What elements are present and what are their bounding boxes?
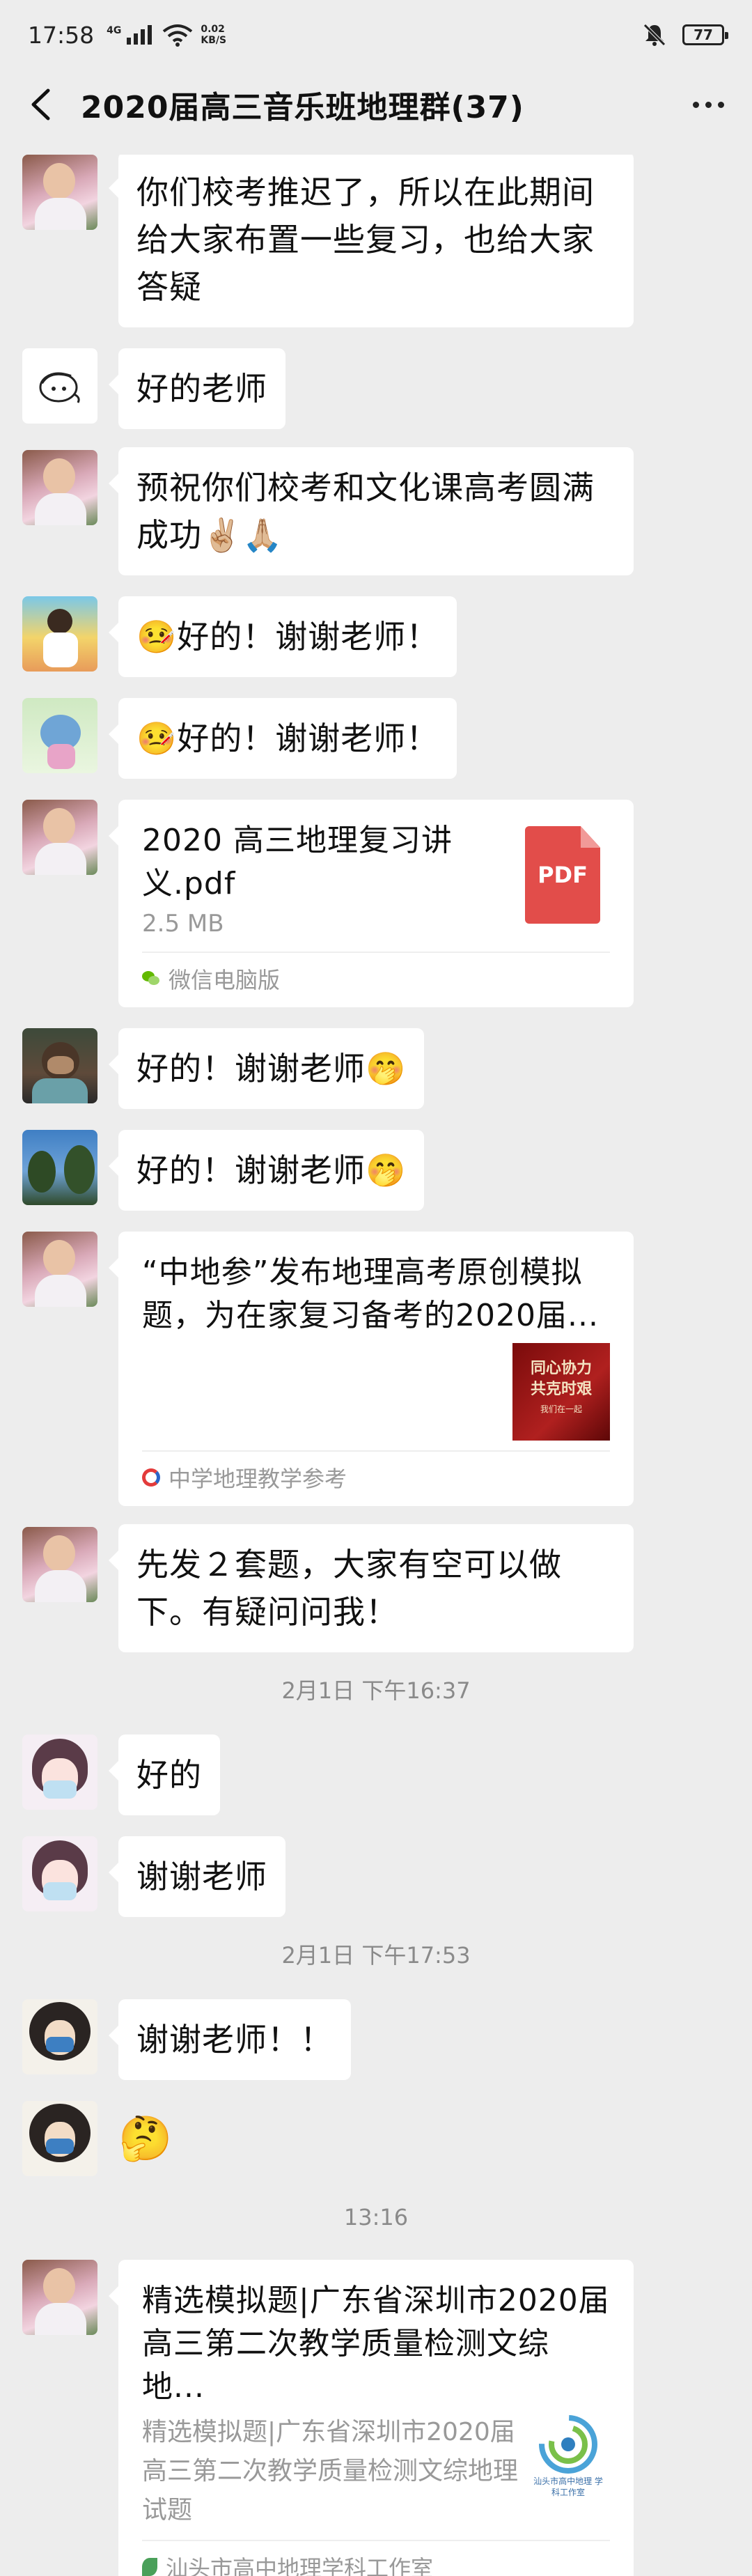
pdf-icon-label: PDF	[538, 862, 588, 888]
speed-unit: KB/S	[201, 35, 227, 46]
avatar-student-curly[interactable]	[22, 2101, 97, 2176]
avatar-student-stitch[interactable]	[22, 698, 97, 773]
dot-icon	[705, 101, 712, 108]
message-bubble[interactable]: 好的老师	[109, 348, 285, 429]
message-row: 好的！谢谢老师🤭	[0, 1028, 752, 1109]
message-bubble[interactable]: 先发２套题，大家有空可以做下。有疑问问我！	[109, 1524, 634, 1652]
sketch-face-icon	[39, 372, 80, 403]
chat-title: 2020届高三音乐班地理群(37)	[81, 90, 524, 125]
chevron-left-icon	[31, 88, 50, 121]
source-label: 微信电脑版	[169, 967, 281, 993]
thumbnail-text: 同心协力 共克时艰	[530, 1360, 592, 1398]
message-bubble[interactable]: 好的！谢谢老师🤭	[108, 1130, 425, 1211]
message-row: 🤔	[0, 2101, 752, 2176]
emoji-message[interactable]: 🤔	[118, 2101, 172, 2176]
article-title: 精选模拟题|广东省深圳市2020届高三第二次教学质量检测文综地...	[142, 2283, 610, 2405]
message-row: 🤒好的！谢谢老师！	[0, 698, 752, 779]
file-message-card[interactable]: 2020 高三地理复习讲义.pdf 2.5 MB PDF 微信电脑版	[109, 800, 634, 1007]
message-bubble[interactable]: 预祝你们校考和文化课高考圆满成功✌🏼🙏🏼	[109, 447, 634, 575]
back-button[interactable]	[19, 84, 61, 125]
article-description: 精选模拟题|广东省深圳市2020届高三第二次教学质量检测文综地理试题	[142, 2418, 519, 2524]
studio-logo-icon	[539, 2415, 597, 2474]
article-thumbnail: 同心协力 共克时艰 我们在一起	[512, 1343, 610, 1441]
pdf-file-icon: PDF	[525, 826, 600, 924]
message-bubble[interactable]: 谢谢老师	[109, 1836, 285, 1917]
thumbnail-text: 汕头市高中地理 学科工作室	[533, 2476, 603, 2497]
source-label: 汕头市高中地理学科工作室	[166, 2555, 434, 2576]
avatar-student-trees[interactable]	[22, 1130, 97, 1205]
card-source: 微信电脑版	[142, 952, 610, 1007]
chat-header: 2020届高三音乐班地理群(37)	[0, 70, 752, 139]
avatar-student-cartoon[interactable]	[22, 596, 97, 672]
timestamp: 13:16	[343, 2204, 409, 2230]
message-row: 先发２套题，大家有空可以做下。有疑问问我！	[0, 1524, 752, 1652]
message-bubble[interactable]: 谢谢老师！！	[109, 1999, 351, 2080]
dot-icon	[718, 101, 724, 108]
message-bubble[interactable]: 你们校考推迟了，所以在此期间给大家布置一些复习，也给大家答疑	[109, 155, 634, 327]
leaf-account-icon	[142, 2558, 157, 2576]
speed-value: 0.02	[201, 24, 225, 35]
more-options-button[interactable]	[693, 101, 724, 108]
message-row: 你们校考推迟了，所以在此期间给大家布置一些复习，也给大家答疑	[0, 155, 752, 327]
avatar-teacher[interactable]	[22, 800, 97, 875]
message-bubble[interactable]: 🤒好的！谢谢老师！	[108, 596, 457, 677]
card-source: 中学地理教学参考	[142, 1450, 610, 1506]
battery-icon: 77	[682, 24, 728, 45]
message-list[interactable]: 你们校考推迟了，所以在此期间给大家布置一些复习，也给大家答疑 好的老师 预祝你们…	[0, 155, 752, 2576]
source-label: 中学地理教学参考	[169, 1466, 347, 1492]
avatar-student-anime[interactable]	[22, 1735, 97, 1810]
message-row: 谢谢老师	[0, 1836, 752, 1917]
avatar-student-curly[interactable]	[22, 1999, 97, 2074]
avatar-teacher[interactable]	[22, 1527, 97, 1602]
wechat-pc-icon	[142, 971, 160, 986]
message-row: 好的	[0, 1735, 752, 1815]
file-name: 2020 高三地理复习讲义.pdf	[142, 823, 453, 901]
article-thumbnail: 汕头市高中地理 学科工作室	[526, 2413, 610, 2511]
avatar-teacher[interactable]	[22, 155, 97, 230]
card-source: 汕头市高中地理学科工作室	[142, 2540, 610, 2576]
cellular-signal-icon: 4G	[107, 25, 152, 45]
message-row: 2020 高三地理复习讲义.pdf 2.5 MB PDF 微信电脑版	[0, 800, 752, 1007]
message-row: 🤒好的！谢谢老师！	[0, 596, 752, 677]
message-bubble[interactable]: 🤒好的！谢谢老师！	[108, 698, 457, 779]
message-row: 精选模拟题|广东省深圳市2020届高三第二次教学质量检测文综地... 精选模拟题…	[0, 2260, 752, 2576]
network-speed: 0.02 KB/S	[201, 24, 226, 46]
article-link-card[interactable]: “中地参”发布地理高考原创模拟题，为在家复习备考的2020届... 同心协力 共…	[109, 1232, 634, 1506]
official-account-icon	[142, 1468, 160, 1487]
dot-icon	[693, 101, 699, 108]
network-type: 4G	[107, 25, 122, 36]
message-row: 好的！谢谢老师🤭	[0, 1130, 752, 1211]
avatar-teacher[interactable]	[22, 2260, 97, 2335]
avatar-teacher[interactable]	[22, 450, 97, 525]
avatar-student-monkey[interactable]	[22, 1028, 97, 1103]
timestamp: 2月1日 下午17:53	[281, 1942, 471, 1969]
avatar-student-anime[interactable]	[22, 1836, 97, 1911]
avatar-teacher[interactable]	[22, 1232, 97, 1307]
message-row: 谢谢老师！！	[0, 1999, 752, 2080]
message-bubble[interactable]: 好的	[109, 1735, 220, 1815]
thumbnail-subtext: 我们在一起	[540, 1404, 582, 1414]
avatar-student-sketch[interactable]	[22, 348, 97, 424]
message-row: 预祝你们校考和文化课高考圆满成功✌🏼🙏🏼	[0, 447, 752, 575]
message-row: “中地参”发布地理高考原创模拟题，为在家复习备考的2020届... 同心协力 共…	[0, 1232, 752, 1506]
mute-bell-icon	[643, 24, 666, 46]
article-link-card[interactable]: 精选模拟题|广东省深圳市2020届高三第二次教学质量检测文综地... 精选模拟题…	[109, 2260, 634, 2576]
status-bar: 17:58 4G 0.02 KB/S 77	[0, 0, 752, 70]
message-bubble[interactable]: 好的！谢谢老师🤭	[108, 1028, 425, 1109]
status-time: 17:58	[28, 21, 95, 49]
article-title: “中地参”发布地理高考原创模拟题，为在家复习备考的2020届...	[142, 1255, 599, 1333]
timestamp: 2月1日 下午16:37	[281, 1677, 471, 1704]
message-row: 好的老师	[0, 348, 752, 429]
wifi-icon	[163, 24, 193, 47]
